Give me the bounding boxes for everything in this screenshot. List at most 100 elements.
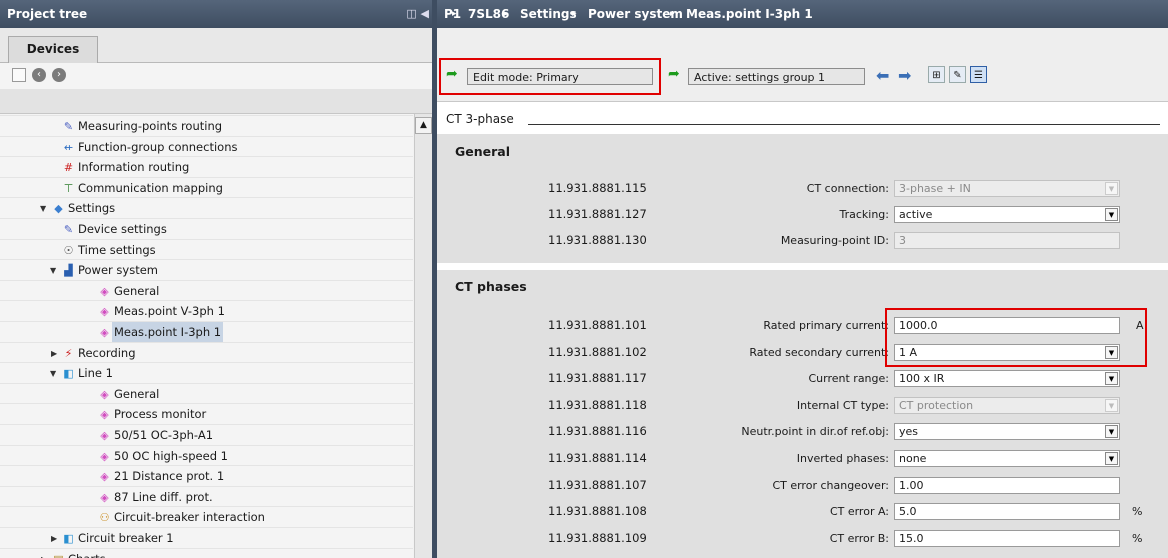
tab-devices[interactable]: Devices	[8, 36, 98, 63]
tree-item[interactable]: ▼ ▟ Power system	[0, 259, 413, 281]
tree-item-label: Power system	[78, 263, 159, 278]
parameter-select[interactable]: yes ▼	[894, 423, 1120, 441]
parameter-select[interactable]: active ▼	[894, 206, 1120, 223]
parameter-label: Rated primary current:	[763, 319, 889, 332]
back-icon[interactable]: ‹	[32, 68, 46, 82]
dropdown-arrow-icon[interactable]: ▼	[1105, 452, 1118, 465]
tree-item-label: Information routing	[78, 160, 190, 175]
tree-item-label: 21 Distance prot. 1	[114, 469, 225, 484]
tree-item[interactable]: ◈ 50/51 OC-3ph-A1	[0, 424, 413, 446]
parameter-value: yes	[899, 425, 919, 439]
parameter-label: Current range:	[808, 372, 889, 386]
expand-right-icon[interactable]: ▶	[51, 343, 57, 364]
tree-item-label: Meas.point V-3ph 1	[114, 304, 225, 319]
active-group-arrow-icon[interactable]: ➦	[668, 66, 680, 82]
tree-item-label: Device settings	[78, 222, 167, 236]
parameter-label: CT error changeover:	[772, 478, 889, 492]
expand-down-icon[interactable]: ▼	[50, 260, 56, 281]
expand-down-icon[interactable]: ▼	[40, 198, 46, 219]
tree-item[interactable]: ✎ Measuring-points routing	[0, 115, 413, 137]
arrow-left-icon[interactable]: ⬅	[876, 66, 889, 85]
dropdown-arrow-icon[interactable]: ▼	[1105, 372, 1118, 386]
tree-item[interactable]: ⚇ Circuit-breaker interaction	[0, 506, 413, 528]
time-settings-icon: ☉	[63, 243, 74, 257]
tree-item[interactable]: ◈ General	[0, 382, 413, 405]
dropdown-arrow-icon: ▼	[1105, 398, 1118, 412]
parameter-label: Rated secondary current:	[749, 345, 889, 359]
tree-item-label: 50/51 OC-3ph-A1	[114, 428, 214, 442]
parameter-input[interactable]: 1.00	[894, 476, 1120, 494]
tree-item-label: Time settings	[78, 242, 156, 257]
parameter-value: 5.0	[899, 505, 917, 519]
tree-item[interactable]: ◈ 87 Line diff. prot.	[0, 485, 413, 508]
expand-down-icon[interactable]: ▼	[50, 363, 56, 384]
tree-item[interactable]: ⊤ Communication mapping	[0, 176, 413, 199]
breaker-icon: ◧	[63, 532, 74, 545]
forward-icon[interactable]: ›	[52, 68, 66, 82]
tree-item[interactable]: ◈ General	[0, 279, 413, 302]
expand-right-icon[interactable]: ▶	[51, 528, 57, 549]
edit-icon[interactable]: ✎	[949, 66, 966, 83]
general-icon: ◈	[100, 284, 109, 298]
general-icon: ◈	[100, 387, 109, 401]
parameter-label: Neutr.point in dir.of ref.obj:	[741, 425, 889, 439]
function-icon: ◈	[100, 449, 109, 463]
tree-item[interactable]: ◈ Process monitor	[0, 403, 413, 425]
breadcrumb-separator-icon: ▸	[572, 9, 577, 19]
parameter-unit: %	[1132, 505, 1143, 519]
tree-item[interactable]: ✎ Device settings	[0, 218, 413, 240]
parameter-value: 1.00	[899, 478, 924, 492]
breadcrumb-item[interactable]: Settings	[520, 0, 577, 28]
parameter-unit: %	[1132, 531, 1143, 545]
scroll-up-icon[interactable]: ▲	[415, 117, 432, 134]
compare-icon[interactable]: ⊞	[928, 66, 945, 83]
parameter-input[interactable]: 5.0	[894, 503, 1120, 521]
tree-item-label: Measuring-points routing	[78, 119, 223, 133]
parameter-input[interactable]: 15.0	[894, 529, 1120, 547]
tree-item[interactable]: ▶ ▤Charts	[0, 547, 413, 558]
parameter-id: 11.931.8881.107	[548, 477, 647, 492]
breadcrumb-separator-icon: ▸	[504, 9, 509, 19]
tree-item[interactable]: ☉ Time settings	[0, 238, 413, 261]
measpoint-icon: ◈	[100, 305, 109, 319]
charts-folder-icon: ▤	[52, 553, 65, 558]
parameter-select[interactable]: none ▼	[894, 450, 1120, 467]
information-routing-icon: #	[63, 161, 74, 175]
breadcrumb-item[interactable]: Meas.point I-3ph 1	[686, 0, 813, 28]
parameter-id: 11.931.8881.114	[548, 451, 647, 465]
tree-item-label: General	[114, 386, 160, 401]
tree-item[interactable]: ▼ ◧ Line 1	[0, 362, 413, 384]
tree-item[interactable]: ▼ ◆ Settings	[0, 197, 413, 219]
tree-item-label: 87 Line diff. prot.	[114, 489, 213, 504]
tree-item[interactable]: ◈ 50 OC high-speed 1	[0, 444, 413, 467]
tree-item[interactable]: ⇷ Function-group connections	[0, 135, 413, 158]
new-item-icon[interactable]	[12, 68, 26, 82]
parameter-id: 11.931.8881.101	[548, 318, 647, 332]
dropdown-arrow-icon[interactable]: ▼	[1105, 208, 1118, 221]
tree-item[interactable]: ◈ Meas.point I-3ph 1	[0, 321, 413, 343]
tree-item[interactable]: ◈ Meas.point V-3ph 1	[0, 300, 413, 322]
active-group-field[interactable]: Active: settings group 1	[688, 68, 865, 85]
communication-icon: ⊤	[63, 181, 74, 195]
parameter-select[interactable]: 100 x IR ▼	[894, 370, 1120, 388]
dropdown-arrow-icon[interactable]: ▼	[1105, 425, 1118, 439]
parameter-label: CT error A:	[829, 505, 889, 519]
parameter-label: Internal CT type:	[796, 398, 889, 412]
tree-item[interactable]: ◈ 21 Distance prot. 1	[0, 465, 413, 487]
tree-item[interactable]: # Information routing	[0, 156, 413, 178]
tree-item[interactable]: ▶ ◧ Circuit breaker 1	[0, 527, 413, 549]
tree-item[interactable]: ▶ ⚡ Recording	[0, 341, 413, 364]
ct-phases-title: CT phases	[455, 279, 527, 294]
parameter-id: 11.931.8881.118	[548, 397, 647, 412]
arrow-right-icon[interactable]: ➡	[898, 66, 911, 85]
collapse-pane-icon[interactable]: ◫ ◀	[406, 0, 429, 28]
expand-right-icon[interactable]: ▶	[41, 549, 47, 558]
general-title: General	[455, 144, 510, 159]
parameter-id: 11.931.8881.130	[548, 233, 647, 247]
parameter-id: 11.931.8881.115	[548, 181, 647, 195]
breadcrumb-item[interactable]: Power system	[588, 0, 683, 28]
function-icon: ◈	[100, 470, 109, 484]
list-view-icon[interactable]: ☰	[970, 66, 987, 83]
tree-scrollbar[interactable]	[414, 114, 433, 558]
routing-icon: ✎	[63, 120, 74, 133]
